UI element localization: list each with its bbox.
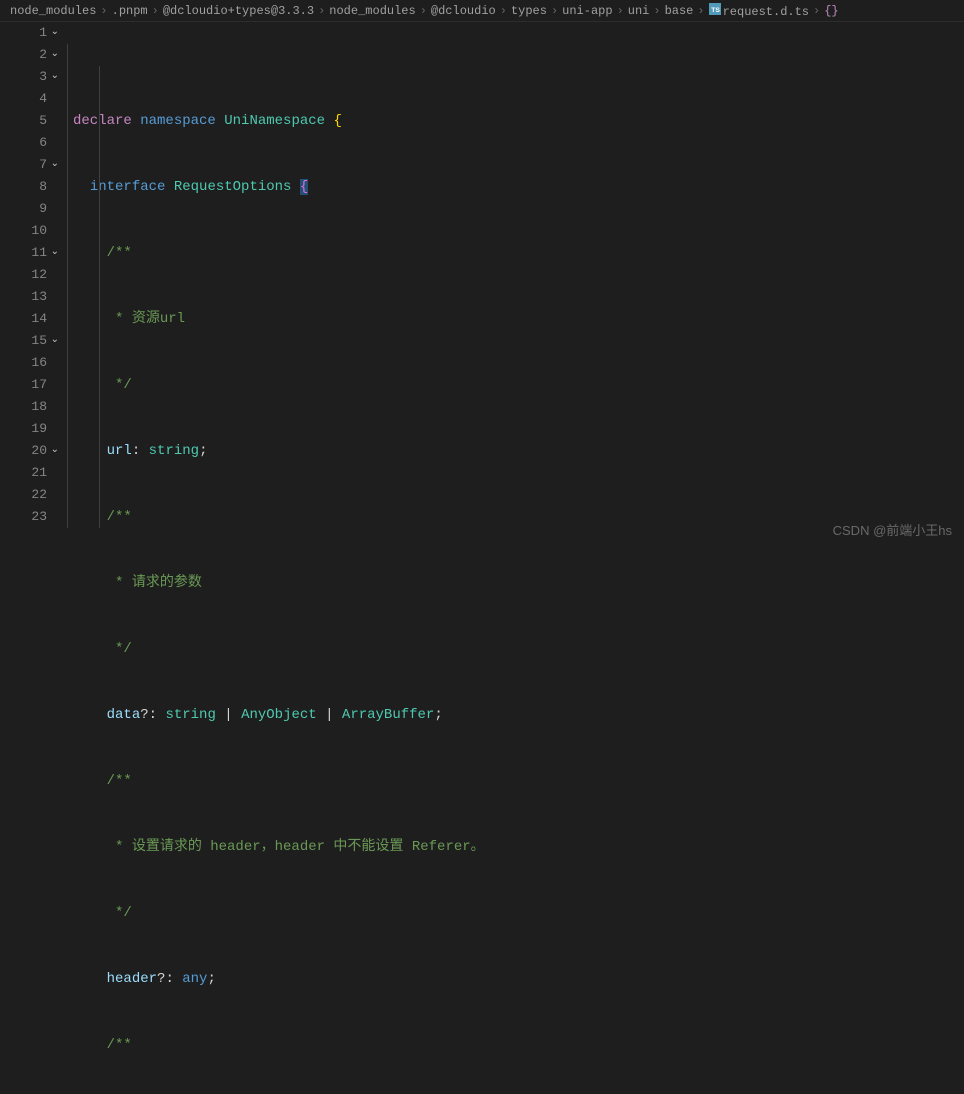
chevron-right-icon: › — [697, 4, 704, 18]
breadcrumb-item[interactable]: .pnpm — [112, 4, 148, 18]
breadcrumb-symbol[interactable]: {} — [824, 4, 840, 18]
breadcrumb-file[interactable]: TSrequest.d.ts — [709, 3, 809, 19]
breadcrumb-item[interactable]: types — [511, 4, 547, 18]
chevron-right-icon: › — [420, 4, 427, 18]
watermark: CSDN @前端小王hs — [833, 520, 952, 539]
svg-text:TS: TS — [711, 7, 720, 14]
braces-icon: {} — [824, 4, 838, 18]
chevron-right-icon: › — [617, 4, 624, 18]
breadcrumb-item[interactable]: base — [665, 4, 694, 18]
chevron-right-icon: › — [152, 4, 159, 18]
chevron-right-icon: › — [100, 4, 107, 18]
chevron-right-icon: › — [551, 4, 558, 18]
code-editor[interactable]: 1⌄ 2⌄ 3⌄ 4 5 6 7⌄ 8 9 10 11⌄ 12 13 14 15… — [0, 22, 964, 547]
chevron-right-icon: › — [813, 4, 820, 18]
chevron-right-icon: › — [500, 4, 507, 18]
breadcrumb-item[interactable]: @dcloudio+types@3.3.3 — [163, 4, 314, 18]
breadcrumb-item[interactable]: node_modules — [10, 4, 96, 18]
breadcrumb-item[interactable]: node_modules — [329, 4, 415, 18]
breadcrumb: node_modules › .pnpm › @dcloudio+types@3.3… — [0, 0, 964, 22]
breadcrumb-item[interactable]: @dcloudio — [431, 4, 496, 18]
chevron-right-icon: › — [318, 4, 325, 18]
breadcrumb-item[interactable]: uni — [628, 4, 650, 18]
breadcrumb-item[interactable]: uni-app — [562, 4, 612, 18]
line-number-gutter: 1⌄ 2⌄ 3⌄ 4 5 6 7⌄ 8 9 10 11⌄ 12 13 14 15… — [0, 22, 55, 547]
chevron-right-icon: › — [653, 4, 660, 18]
typescript-icon: TS — [709, 3, 721, 15]
code-content[interactable]: declare namespace UniNamespace { interfa… — [55, 22, 964, 547]
